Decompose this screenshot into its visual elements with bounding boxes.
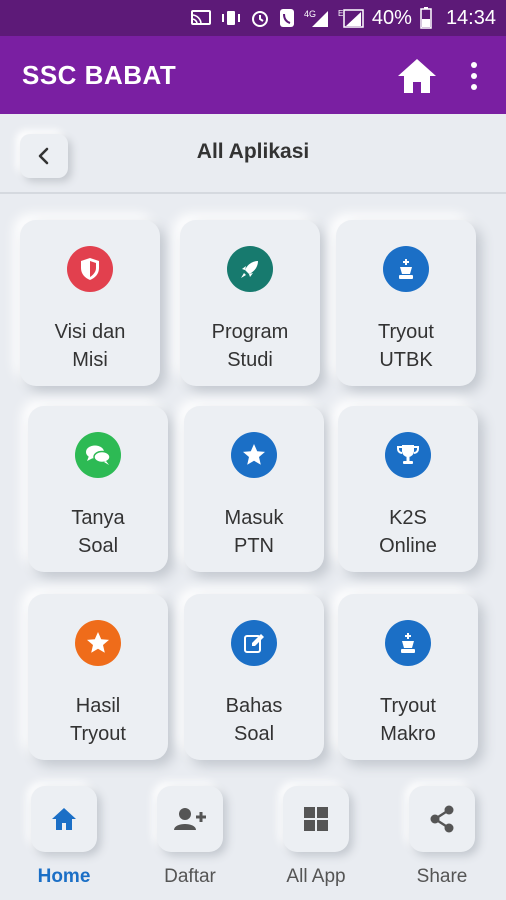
app-bar: SSC BABAT	[0, 36, 506, 114]
page-title: All Aplikasi	[196, 140, 310, 163]
phone-icon	[278, 8, 296, 28]
app-label: Hasil Tryout	[70, 695, 126, 745]
app-hasil-tryout[interactable]: Hasil Tryout	[28, 594, 168, 760]
shield-icon	[67, 246, 113, 292]
app-label: K2S Online	[379, 507, 437, 557]
status-bar: 4G E 40% 14:34	[0, 0, 506, 36]
chess-king-icon	[385, 620, 431, 666]
overflow-menu-button[interactable]	[462, 58, 486, 94]
app-label: Bahas Soal	[225, 695, 283, 745]
app-label: Visi dan Misi	[54, 321, 126, 371]
app-bahas-soal[interactable]: Bahas Soal	[184, 594, 324, 760]
app-tryout-makro[interactable]: Tryout Makro	[338, 594, 478, 760]
app-tryout-utbk[interactable]: Tryout UTBK	[336, 220, 476, 386]
alarm-icon	[250, 8, 270, 28]
star-icon	[231, 432, 277, 478]
nav-daftar-button[interactable]	[157, 786, 223, 852]
star-icon	[75, 620, 121, 666]
app-masuk-ptn[interactable]: Masuk PTN	[184, 406, 324, 572]
home-icon	[52, 808, 76, 830]
app-visi-misi[interactable]: Visi dan Misi	[20, 220, 160, 386]
app-k2s-online[interactable]: K2S Online	[338, 406, 478, 572]
edit-icon	[231, 620, 277, 666]
nav-all-app[interactable]: All App	[276, 786, 356, 890]
signal-4g-icon: 4G	[304, 8, 330, 28]
nav-share[interactable]: Share	[402, 786, 482, 890]
nav-share-button[interactable]	[409, 786, 475, 852]
app-title: SSC BABAT	[22, 59, 177, 90]
app-label: Tryout Makro	[380, 695, 436, 745]
trophy-icon	[385, 432, 431, 478]
grid-icon	[304, 807, 328, 831]
nav-home[interactable]: Home	[24, 786, 104, 890]
nav-label: Daftar	[164, 866, 216, 887]
app-label: Masuk PTN	[224, 507, 284, 557]
battery-percent: 40%	[371, 6, 412, 29]
app-label: Tryout UTBK	[378, 321, 434, 371]
nav-daftar[interactable]: Daftar	[150, 786, 230, 890]
home-icon	[398, 59, 436, 93]
nav-home-button[interactable]	[31, 786, 97, 852]
home-button[interactable]	[396, 56, 438, 96]
battery-icon	[420, 7, 432, 29]
nav-label: Home	[37, 866, 91, 887]
app-tanya-soal[interactable]: Tanya Soal	[28, 406, 168, 572]
page-header: All Aplikasi	[0, 114, 506, 194]
chess-king-icon	[383, 246, 429, 292]
nav-all-app-button[interactable]	[283, 786, 349, 852]
app-program-studi[interactable]: Program Studi	[180, 220, 320, 386]
clock: 14:34	[445, 6, 496, 29]
dot	[471, 62, 477, 68]
dot	[471, 73, 477, 79]
app-label: Tanya Soal	[71, 507, 125, 557]
chat-icon	[75, 432, 121, 478]
dot	[471, 84, 477, 90]
vibrate-icon	[220, 9, 242, 27]
nav-label: All App	[286, 866, 346, 887]
signal-icon: E	[338, 8, 364, 28]
app-label: Program Studi	[211, 321, 289, 371]
rocket-icon	[227, 246, 273, 292]
network-label: 4G	[304, 9, 316, 19]
add-user-icon	[174, 808, 206, 830]
svg-text:E: E	[338, 9, 343, 18]
nav-label: Share	[416, 866, 468, 887]
share-icon	[430, 805, 454, 833]
cast-icon	[190, 9, 212, 27]
